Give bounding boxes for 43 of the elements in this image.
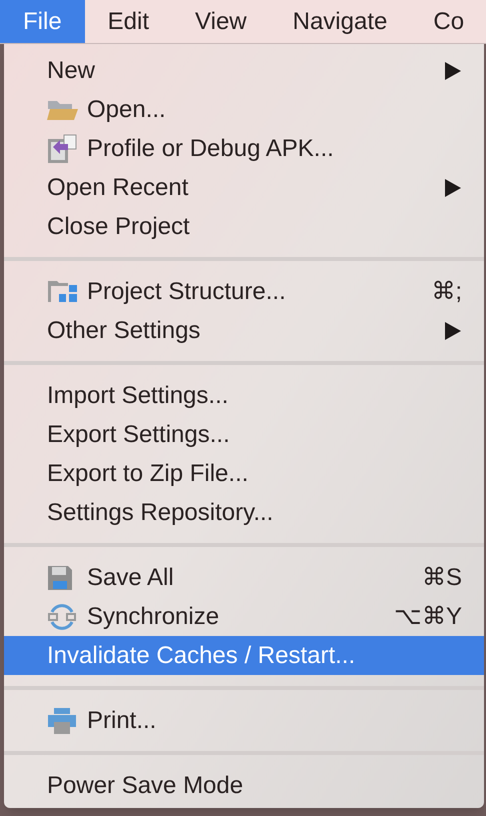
menu-bar-item[interactable]: Co — [410, 0, 486, 43]
menu-item[interactable]: Export Settings... — [4, 415, 484, 454]
menu-item-label: Synchronize — [87, 602, 220, 632]
menu-item-label: Other Settings — [47, 316, 202, 346]
shortcut-label: ⌘S — [422, 562, 462, 592]
shortcut-label: ⌘; — [431, 276, 462, 306]
menu-item[interactable]: Project Structure... ⌘; — [4, 272, 484, 311]
menu-bar-item[interactable]: File — [0, 0, 85, 43]
menu-item[interactable]: Close Project — [4, 207, 484, 246]
menu-item-label: Print... — [87, 706, 158, 736]
menu-item-label: Export Settings... — [47, 420, 231, 450]
menu-item[interactable]: New — [4, 51, 484, 90]
menu-item[interactable]: Synchronize ⌥⌘Y — [4, 597, 484, 636]
menu-item[interactable]: Open Recent — [4, 168, 484, 207]
sync-icon — [47, 602, 77, 632]
menu-item[interactable]: Profile or Debug APK... — [4, 129, 484, 168]
menu-item[interactable]: Power Save Mode — [4, 766, 484, 805]
menu-item-label: Open... — [87, 94, 167, 124]
menu-bar-item[interactable]: Edit — [84, 0, 172, 43]
shortcut-label: ⌥⌘Y — [394, 602, 462, 632]
menu-item-label: Power Save Mode — [47, 770, 244, 800]
menu-bar-item[interactable]: Navigate — [270, 0, 410, 43]
menu-item[interactable]: Other Settings — [4, 311, 484, 350]
menu-item[interactable]: Invalidate Caches / Restart... — [4, 636, 484, 675]
menu-item-label: Settings Repository... — [47, 498, 274, 528]
printer-icon — [47, 706, 77, 734]
menu-item[interactable]: Save All ⌘S — [4, 558, 484, 597]
menu-item[interactable]: Export to Zip File... — [4, 454, 484, 493]
menu-item-label: Profile or Debug APK... — [87, 134, 335, 164]
menu-item-label: Open Recent — [47, 172, 190, 202]
menu-item-label: Invalidate Caches / Restart... — [47, 640, 356, 670]
menu-item[interactable]: Settings Repository... — [4, 493, 484, 532]
menu-item-label: New — [47, 56, 96, 86]
menu-item[interactable]: Print... — [4, 701, 484, 740]
menu-item-label: Project Structure... — [87, 276, 287, 306]
menu-item-label: Close Project — [47, 212, 191, 242]
menu-bar-item[interactable]: View — [172, 0, 270, 43]
menu-item[interactable]: Open... — [4, 90, 484, 129]
menu-item-label: Import Settings... — [47, 380, 230, 410]
document-arrow-icon — [47, 134, 77, 164]
menu-item[interactable]: Import Settings... — [4, 376, 484, 415]
menu-item-label: Save All — [87, 562, 175, 592]
menu-item-label: Export to Zip File... — [47, 458, 250, 488]
